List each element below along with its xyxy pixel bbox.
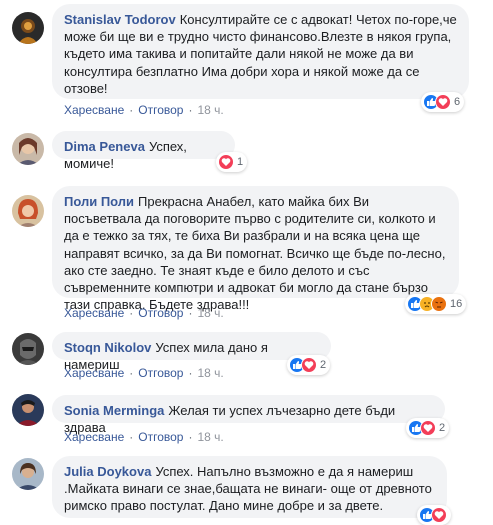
reaction-summary[interactable]: 16 <box>405 294 467 314</box>
reaction-count: 2 <box>439 422 446 434</box>
timestamp[interactable]: 18 ч. <box>197 366 223 380</box>
reply-link[interactable]: Отговор <box>138 306 183 320</box>
avatar[interactable] <box>12 333 44 365</box>
comment-bubble: Sonia Merminga Желая ти успех лъчезарно д… <box>52 395 445 435</box>
avatar[interactable] <box>12 458 44 490</box>
comment-text: Прекрасна Анабел, като майка бих Ви посъ… <box>64 194 446 313</box>
reply-link[interactable]: Отговор <box>138 366 183 380</box>
comment-author[interactable]: Julia Doykova <box>64 464 151 479</box>
avatar[interactable] <box>12 12 44 44</box>
comment-author[interactable]: Поли Поли <box>64 194 134 209</box>
comment-actions: Харесване · Отговор · 18 ч. <box>64 365 224 381</box>
reaction-summary[interactable]: 1 <box>216 152 248 172</box>
separator: · <box>188 306 193 320</box>
separator: · <box>129 366 134 380</box>
avatar[interactable] <box>12 195 44 227</box>
comment-bubble: Julia Doykova Успех. Напълно възможно е д… <box>52 456 447 518</box>
comment-bubble: Dima Peneva Успех, момиче! <box>52 131 235 171</box>
reaction-summary[interactable] <box>417 505 451 525</box>
reaction-summary[interactable]: 6 <box>421 92 465 112</box>
reaction-count: 1 <box>237 156 244 168</box>
separator: · <box>129 430 134 444</box>
comment-bubble: Stanislav Todorov Консултирайте се с адво… <box>52 4 469 99</box>
avatar[interactable] <box>12 133 44 165</box>
comment-author[interactable]: Stanislav Todorov <box>64 12 176 27</box>
timestamp[interactable]: 18 ч. <box>197 103 223 117</box>
timestamp[interactable]: 18 ч. <box>197 430 223 444</box>
reaction-summary[interactable]: 2 <box>287 355 331 375</box>
avatar[interactable] <box>12 394 44 426</box>
comment-actions: Харесване · Отговор · 18 ч. <box>64 305 224 321</box>
reaction-summary[interactable]: 2 <box>406 418 450 438</box>
reply-link[interactable]: Отговор <box>138 103 183 117</box>
heart-icon <box>420 420 436 436</box>
heart-icon <box>218 154 234 170</box>
heart-icon <box>431 507 447 523</box>
heart-icon <box>435 94 451 110</box>
like-link[interactable]: Харесване <box>64 306 124 320</box>
separator: · <box>129 103 134 117</box>
comment-author[interactable]: Stoqn Nikolov <box>64 340 151 355</box>
like-link[interactable]: Харесване <box>64 430 124 444</box>
like-link[interactable]: Харесване <box>64 366 124 380</box>
separator: · <box>188 103 193 117</box>
comment-bubble: Поли Поли Прекрасна Анабел, като майка би… <box>52 186 459 312</box>
heart-icon <box>301 357 317 373</box>
reaction-count: 16 <box>450 298 463 310</box>
timestamp[interactable]: 18 ч. <box>197 306 223 320</box>
reply-link[interactable]: Отговор <box>138 430 183 444</box>
comment-author[interactable]: Sonia Merminga <box>64 403 164 418</box>
separator: · <box>129 306 134 320</box>
comment-actions: Харесване · Отговор · 18 ч. <box>64 102 224 118</box>
separator: · <box>188 366 193 380</box>
separator: · <box>188 430 193 444</box>
reaction-count: 6 <box>454 96 461 108</box>
reaction-count: 2 <box>320 359 327 371</box>
like-link[interactable]: Харесване <box>64 103 124 117</box>
angry-face-icon <box>431 296 447 312</box>
comment-actions: Харесване · Отговор · 18 ч. <box>64 429 224 445</box>
comment-author[interactable]: Dima Peneva <box>64 139 145 154</box>
comment-bubble: Stoqn Nikolov Успех мила дано я намериш <box>52 332 331 372</box>
